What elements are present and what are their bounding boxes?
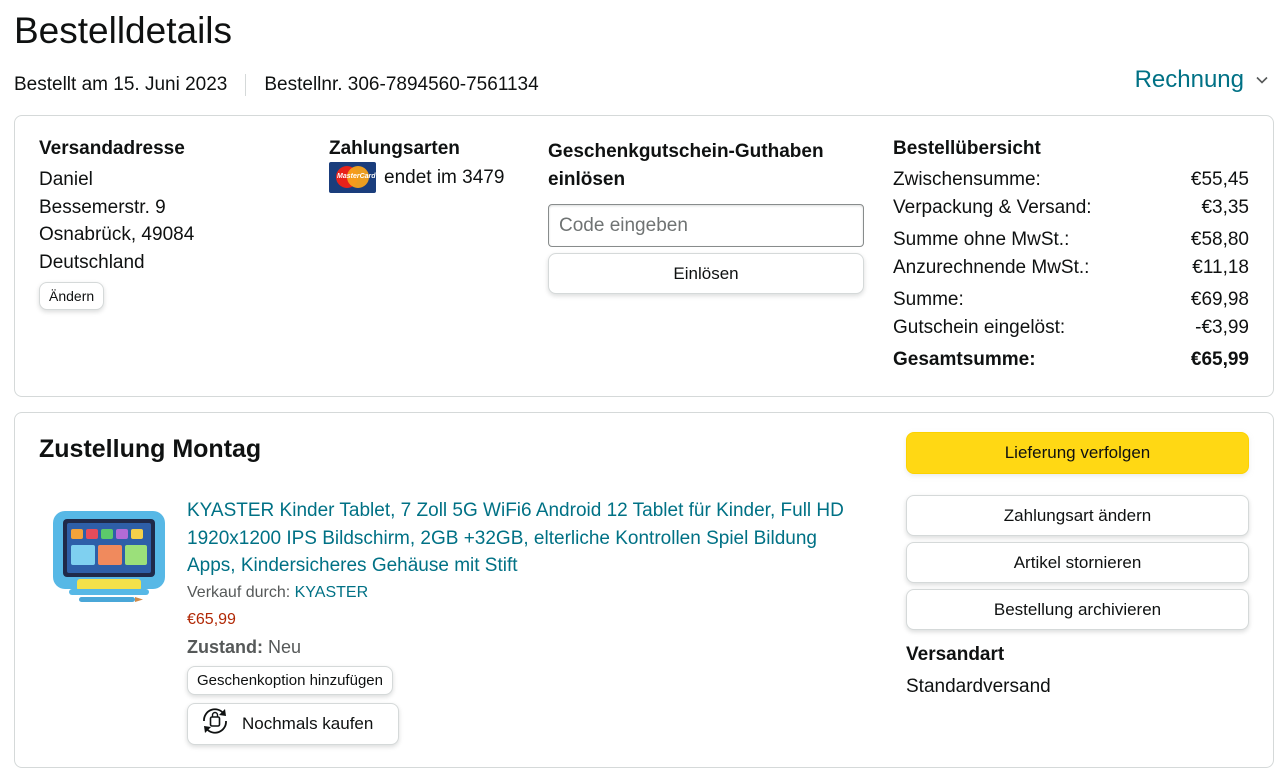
order-actions: Lieferung verfolgen Zahlungsart ändern A…: [906, 432, 1249, 698]
buy-again-icon: [198, 704, 232, 743]
seller-link[interactable]: KYASTER: [295, 584, 369, 601]
product-price: €65,99: [187, 610, 236, 628]
cancel-item-button[interactable]: Artikel stornieren: [906, 542, 1249, 583]
summary-label: Gutschein eingelöst:: [893, 316, 1066, 338]
order-date: Bestellt am 15. Juni 2023: [14, 74, 228, 95]
order-number: Bestellnr. 306-7894560-7561134: [264, 74, 539, 95]
buy-again-label: Nochmals kaufen: [242, 713, 374, 733]
summary-label: Zwischensumme:: [893, 169, 1041, 190]
buy-again-button[interactable]: Nochmals kaufen: [187, 702, 399, 745]
condition-label: Zustand:: [187, 636, 263, 657]
gift-card-redeem: Geschenkgutschein-Guthaben einlösen Einl…: [548, 138, 864, 294]
summary-total-row: Gesamtsumme: €65,99: [893, 346, 1249, 374]
summary-total-value: €65,99: [1190, 349, 1249, 370]
mastercard-label: MasterCard: [337, 173, 376, 180]
shipping-address-heading: Versandadresse: [39, 138, 185, 159]
change-address-button[interactable]: Ändern: [39, 282, 105, 310]
summary-value: €69,98: [1190, 289, 1249, 310]
change-payment-button[interactable]: Zahlungsart ändern: [906, 495, 1249, 536]
delivery-card: Zustellung Montag KYASTER Kinder Tablet,…: [14, 412, 1274, 768]
redeem-button[interactable]: Einlösen: [548, 253, 864, 294]
delivery-heading: Zustellung Montag: [39, 435, 262, 463]
page-title: Bestelldetails: [14, 10, 233, 51]
track-delivery-button[interactable]: Lieferung verfolgen: [906, 432, 1249, 474]
address-lines: Daniel Bessemerstr. 9 Osnabrück, 49084 D…: [39, 166, 194, 276]
summary-value: -€3,99: [1195, 316, 1249, 338]
summary-row: Gutschein eingelöst: -€3,99: [893, 314, 1249, 342]
address-name: Daniel: [39, 169, 93, 190]
mastercard-icon: MasterCard: [329, 162, 376, 193]
shipping-method-heading: Versandart: [906, 644, 1005, 665]
summary-heading: Bestellübersicht: [893, 138, 1041, 159]
summary-row: Summe: €69,98: [893, 286, 1249, 314]
condition-value: Neu: [268, 636, 302, 657]
invoice-label: Rechnung: [1134, 66, 1244, 93]
shipping-address: Versandadresse Daniel Bessemerstr. 9 Osn…: [39, 138, 194, 310]
gift-card-heading: Geschenkgutschein-Guthaben einlösen: [548, 141, 824, 190]
summary-label: Summe ohne MwSt.:: [893, 229, 1070, 250]
summary-value: €55,45: [1190, 169, 1249, 190]
divider: [245, 74, 247, 96]
order-summary: Bestellübersicht Zwischensumme: €55,45 V…: [893, 138, 1249, 374]
address-country: Deutschland: [39, 251, 145, 273]
payment-heading: Zahlungsarten: [329, 138, 460, 159]
summary-value: €11,18: [1192, 256, 1249, 278]
summary-label: Verpackung & Versand:: [893, 196, 1092, 218]
summary-value: €3,35: [1201, 196, 1249, 218]
add-gift-option-button[interactable]: Geschenkoption hinzufügen: [187, 665, 393, 695]
seller-info: Verkauf durch: KYASTER: [187, 584, 867, 602]
summary-label: Anzurechnende MwSt.:: [893, 256, 1090, 278]
address-street: Bessemerstr. 9: [39, 196, 166, 218]
summary-label: Summe:: [893, 289, 964, 310]
summary-value: €58,80: [1190, 229, 1249, 250]
gift-code-input[interactable]: [548, 204, 864, 247]
product-details: KYASTER Kinder Tablet, 7 Zoll 5G WiFi6 A…: [187, 497, 867, 745]
card-ending: endet im 3479: [384, 166, 505, 188]
summary-total-label: Gesamtsumme:: [893, 349, 1036, 370]
payment-card: MasterCard endet im 3479: [329, 162, 504, 193]
summary-row: Verpackung & Versand: €3,35: [893, 194, 1249, 222]
seller-prefix: Verkauf durch:: [187, 583, 291, 601]
archive-order-button[interactable]: Bestellung archivieren: [906, 589, 1249, 630]
chevron-down-icon: [1256, 71, 1268, 87]
payment-methods: Zahlungsarten MasterCard endet im 3479: [329, 138, 504, 193]
order-meta: Bestellt am 15. Juni 2023 Bestellnr. 306…: [14, 74, 539, 96]
product-title-link[interactable]: KYASTER Kinder Tablet, 7 Zoll 5G WiFi6 A…: [187, 497, 867, 580]
invoice-dropdown[interactable]: Rechnung: [1135, 66, 1268, 94]
shipping-method-value: Standardversand: [906, 676, 1051, 697]
order-info-card: Versandadresse Daniel Bessemerstr. 9 Osn…: [14, 115, 1274, 397]
address-city: Osnabrück, 49084: [39, 224, 195, 245]
product-condition: Zustand: Neu: [187, 637, 867, 658]
summary-row: Anzurechnende MwSt.: €11,18: [893, 254, 1249, 282]
product-image[interactable]: [49, 505, 169, 607]
summary-row: Summe ohne MwSt.: €58,80: [893, 226, 1249, 254]
summary-row: Zwischensumme: €55,45: [893, 166, 1249, 194]
